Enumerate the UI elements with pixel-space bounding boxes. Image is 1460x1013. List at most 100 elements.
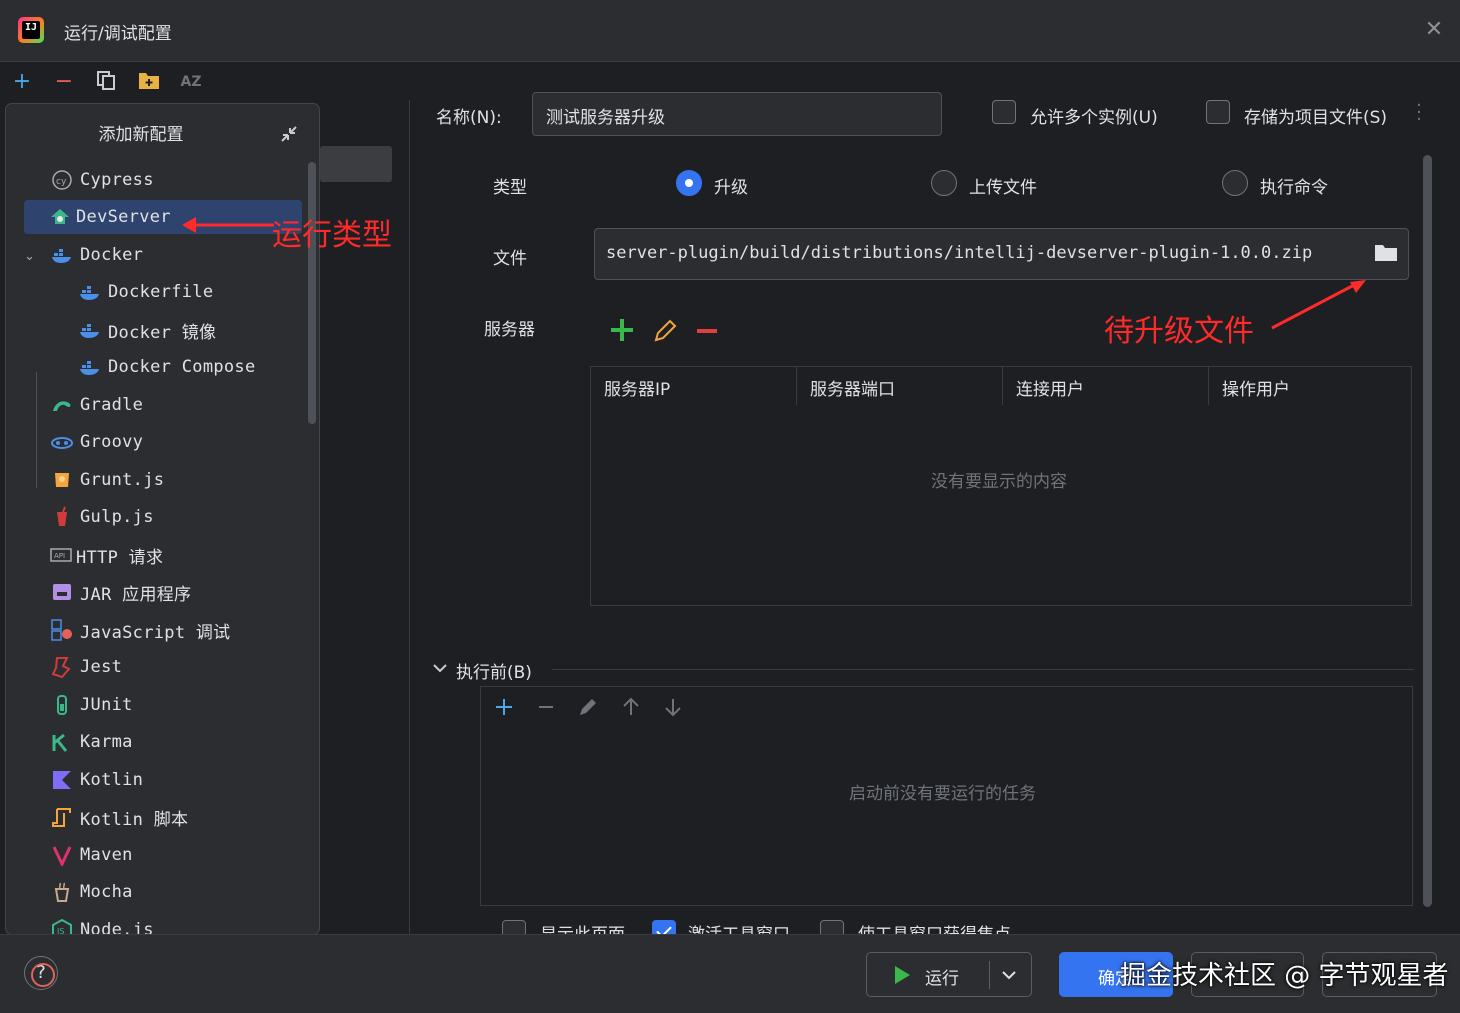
kotlin-icon [50,768,74,792]
config-type-mocha[interactable]: Mocha [50,875,300,909]
show-page-checkbox[interactable] [502,920,526,934]
type-upload-label: 上传文件 [969,178,1037,198]
server-table: 服务器IP 服务器端口 连接用户 操作用户 没有要显示的内容 [590,366,1412,606]
before-empty-text: 启动前没有要运行的任务 [849,784,1036,804]
activate-tool-window-checkbox[interactable] [652,920,676,934]
config-list-item[interactable] [320,146,392,182]
config-type-gradle[interactable]: Gradle [50,388,300,422]
close-icon[interactable]: ✕ [1422,18,1446,42]
kotlin-script-icon [50,805,74,829]
config-type-nodejs[interactable]: JS Node.js [50,913,300,934]
divider [552,669,1414,670]
allow-multiple-checkbox[interactable] [992,100,1016,124]
config-type-dockerfile[interactable]: Dockerfile [78,275,300,309]
junit-icon [50,693,74,717]
config-type-jar[interactable]: JAR 应用程序 [50,575,300,609]
type-upgrade-radio[interactable] [676,170,702,196]
config-type-junit[interactable]: JUnit [50,688,300,722]
help-icon[interactable]: ? [24,956,58,990]
config-type-http-request[interactable]: API HTTP 请求 [50,538,300,572]
config-type-gulp[interactable]: Gulp.js [50,500,300,534]
focus-tool-window-checkbox[interactable] [820,920,844,934]
table-empty-text: 没有要显示的内容 [931,472,1067,492]
http-api-icon: API [50,543,72,567]
popup-scrollbar[interactable] [308,162,316,424]
column-header-port[interactable]: 服务器端口 [797,367,1003,405]
annotation-arrow [1271,280,1366,330]
sort-az-icon[interactable]: AZ [178,69,204,95]
edit-server-icon[interactable] [652,318,678,344]
file-label: 文件 [493,249,527,269]
mocha-icon [50,880,74,904]
jar-icon [50,580,74,604]
config-type-docker[interactable]: Docker [50,238,300,272]
type-exec-label: 执行命令 [1260,178,1328,198]
type-exec-radio[interactable] [1222,170,1248,196]
add-icon[interactable]: + [9,69,35,95]
name-label: 名称(N): [436,108,502,128]
config-type-maven[interactable]: Maven [50,838,300,872]
docker-icon [78,318,102,342]
config-type-javascript-debug[interactable]: JavaScript 调试 [50,613,300,647]
config-type-cypress[interactable]: cy Cypress [50,163,300,197]
launch-options-row: 显示此页面 激活工具窗口 使工具窗口获得焦点 [490,916,1420,934]
config-type-karma[interactable]: Karma [50,725,300,759]
move-down-icon[interactable] [662,696,684,718]
window-title: 运行/调试配置 [64,24,172,44]
cypress-icon: cy [50,168,74,192]
name-input[interactable]: 测试服务器升级 [532,92,942,136]
karma-icon [50,730,74,754]
config-type-kotlin-script[interactable]: Kotlin 脚本 [50,800,300,834]
file-input[interactable]: server-plugin/build/distributions/intell… [594,228,1409,280]
activate-tool-window-label: 激活工具窗口 [688,920,790,934]
chevron-down-icon[interactable] [1001,968,1017,982]
store-project-checkbox[interactable] [1206,100,1230,124]
groovy-icon [50,430,74,454]
remove-icon[interactable]: − [51,69,77,95]
config-type-jest[interactable]: Jest [50,650,300,684]
column-header-operate-user[interactable]: 操作用户 [1209,367,1413,405]
play-icon [895,966,910,984]
copy-icon[interactable] [93,69,119,95]
type-upgrade-label: 升级 [714,178,748,198]
config-type-groovy[interactable]: Groovy [50,425,300,459]
add-task-icon[interactable] [493,696,515,718]
annotation-run-type: 运行类型 [272,218,392,253]
intellij-logo-icon: IJ [18,17,44,43]
divider [989,961,990,989]
config-type-kotlin[interactable]: Kotlin [50,763,300,797]
allow-multiple-label: 允许多个实例(U) [1030,108,1158,128]
run-button[interactable]: 运行 [866,952,1032,997]
remove-task-icon[interactable] [535,696,557,718]
column-header-connect-user[interactable]: 连接用户 [1003,367,1209,405]
server-label: 服务器 [484,320,535,340]
before-launch-label[interactable]: 执行前(B) [456,658,532,683]
collapse-icon[interactable] [278,124,300,146]
config-type-docker-compose[interactable]: Docker Compose [78,350,300,384]
grunt-icon [50,468,74,492]
move-up-icon[interactable] [620,696,642,718]
jest-icon [50,655,74,679]
chevron-down-icon[interactable]: ⌄ [24,249,42,264]
folder-icon[interactable] [1374,242,1398,264]
column-header-ip[interactable]: 服务器IP [591,367,797,405]
tree-guide-line [36,372,37,488]
config-type-grunt[interactable]: Grunt.js [50,463,300,497]
focus-tool-window-label: 使工具窗口获得焦点 [858,920,1011,934]
chevron-down-icon[interactable] [432,660,448,680]
gradle-icon [50,393,74,417]
new-folder-icon[interactable] [136,69,162,95]
show-page-label: 显示此页面 [540,920,625,934]
config-toolbar: + − AZ [0,63,410,101]
form-scrollbar[interactable] [1423,155,1432,907]
docker-icon [78,355,102,379]
devserver-icon [48,205,72,229]
type-upload-radio[interactable] [931,170,957,196]
remove-server-icon[interactable] [694,318,720,344]
more-options-icon[interactable]: · · · [1414,97,1424,129]
add-server-icon[interactable] [608,316,636,344]
edit-task-icon[interactable] [577,696,599,718]
title-bar: IJ 运行/调试配置 ✕ [0,0,1460,62]
popup-title: 添加新配置 [98,125,184,145]
config-type-docker-image[interactable]: Docker 镜像 [78,313,300,347]
